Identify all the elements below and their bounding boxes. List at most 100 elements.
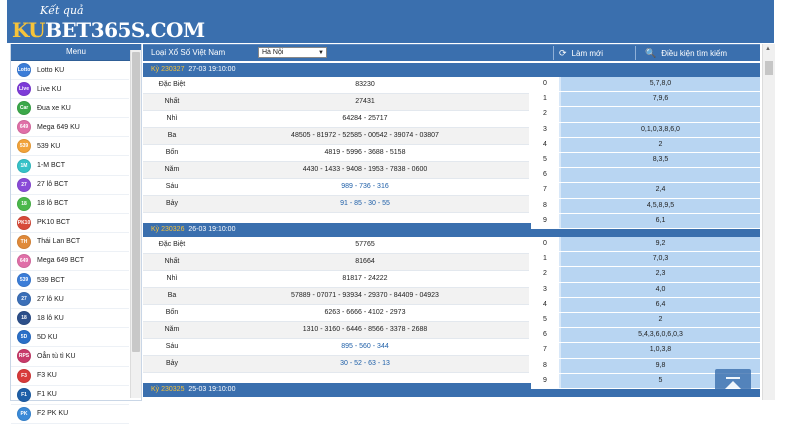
refresh-label: Làm mới	[571, 48, 604, 58]
loto-head: 9	[531, 373, 559, 388]
menu-list: Lotto Lotto KU Live Live KU Car Đua xe KU 649 M…	[11, 61, 129, 424]
prize-value: 989 - 736 - 316	[341, 183, 389, 190]
loto-row: 6 5,4,3,6,0,6,0,3	[531, 328, 760, 344]
prize-name: Năm	[164, 166, 180, 173]
search-conditions-button[interactable]: 🔍 Điều kiện tìm kiếm	[645, 47, 727, 59]
results-scrollbar[interactable]: ▲	[762, 44, 775, 400]
loto-row: 0 9,2	[531, 237, 760, 253]
prize-value: 57889 - 07071 - 93934 - 29370 - 84409 - …	[291, 292, 439, 299]
search-icon: 🔍	[645, 47, 657, 58]
lottery-badge-icon: 18	[17, 196, 31, 211]
loto-tail	[559, 168, 760, 183]
prize-row: Nhất 81664	[143, 254, 529, 271]
menu-item[interactable]: 18 18 lô BCT	[11, 195, 129, 214]
loto-head: 3	[531, 122, 559, 137]
menu-item-label: Mega 649 BCT	[37, 257, 85, 265]
prize-name: Bảy	[165, 200, 179, 207]
refresh-button[interactable]: ⟳ Làm mới	[559, 47, 603, 59]
toolbar-divider	[635, 46, 636, 60]
menu-header: Menu	[11, 44, 141, 61]
prize-row: Nhất 27431	[143, 94, 529, 111]
loto-tail: 2	[559, 312, 760, 328]
menu-item-label: 539 KU	[37, 142, 61, 150]
loto-row: 8 4,5,8,9,5	[531, 198, 760, 214]
menu-item[interactable]: 649 Mega 649 KU	[11, 118, 129, 138]
chevron-down-icon: ▼	[318, 50, 324, 56]
draw-block: Kỳ 230327 27-03 19:10:00 Đặc Biệt 83230 Nhấ…	[143, 61, 760, 229]
prize-value: 895 - 560 - 344	[341, 343, 389, 350]
back-to-top-button[interactable]	[715, 369, 751, 396]
lottery-badge-icon: 539	[17, 139, 31, 154]
menu-item[interactable]: 649 Mega 649 BCT	[11, 252, 129, 272]
prize-value: 1310 - 3160 - 6446 - 8566 - 3378 - 2688	[302, 326, 428, 333]
menu-item[interactable]: PK F2 PK KU	[11, 405, 129, 424]
menu-item[interactable]: 539 539 BCT	[11, 271, 129, 291]
loto-tail: 5,7,8,0	[559, 77, 760, 92]
menu-item-label: 1-M BCT	[37, 162, 65, 170]
loto-head: 5	[531, 312, 559, 328]
lottery-badge-icon: 27	[17, 292, 31, 307]
menu-item[interactable]: Lotto Lotto KU	[11, 61, 129, 81]
menu-item[interactable]: F3 F3 KU	[11, 367, 129, 386]
menu-item[interactable]: F1 F1 KU	[11, 386, 129, 405]
loto-head: 5	[531, 152, 559, 168]
loto-row: 7 1,0,3,8	[531, 343, 760, 359]
loto-row: 4 6,4	[531, 297, 760, 313]
lottery-badge-icon: F3	[17, 368, 31, 383]
menu-item[interactable]: 539 539 KU	[11, 137, 129, 157]
menu-item[interactable]: Live Live KU	[11, 80, 129, 100]
lottery-badge-icon: Live	[17, 82, 31, 97]
draw-period: Kỳ 230325	[151, 386, 185, 393]
menu-item[interactable]: PK10 PK10 BCT	[11, 214, 129, 233]
loto-row: 5 8,3,5	[531, 152, 760, 169]
lottery-type-label: Loại Xổ Số Việt Nam	[151, 48, 226, 57]
prize-value: 81817 - 24222	[342, 275, 388, 282]
loto-row: 6	[531, 168, 760, 184]
logo-domain: BET365S.COM	[45, 18, 205, 42]
sidebar-scrollbar-thumb[interactable]	[132, 52, 140, 352]
loto-row: 1 7,9,6	[531, 92, 760, 108]
draw-block: Kỳ 230326 26-03 19:10:00 Đặc Biệt 57765 Nhấ…	[143, 221, 760, 389]
menu-item[interactable]: TH Thái Lan BCT	[11, 233, 129, 252]
menu-item-label: 18 lô KU	[37, 314, 64, 322]
prize-value: 30 - 52 - 63 - 13	[340, 360, 390, 367]
prize-value: 83230	[355, 81, 375, 88]
menu-item[interactable]: 27 27 lô KU	[11, 290, 129, 310]
lottery-badge-icon: PK	[17, 406, 31, 421]
draw-body: Đặc Biệt 57765 Nhất 81664 Nhì 81817 - 24222 Ba…	[143, 237, 760, 389]
menu-item[interactable]: Car Đua xe KU	[11, 99, 129, 119]
menu-item-label: 539 BCT	[37, 276, 65, 284]
loto-row: 2 2,3	[531, 267, 760, 283]
prize-value: 48505 - 81972 - 52585 - 00542 - 39074 - …	[291, 132, 439, 139]
menu-item-label: Đua xe KU	[37, 104, 71, 112]
menu-item[interactable]: 1M 1-M BCT	[11, 156, 129, 176]
draw-body: Đặc Biệt 83230 Nhất 27431 Nhì 64284 - 25717 Ba…	[143, 77, 760, 229]
loto-head: 3	[531, 282, 559, 297]
loto-tail: 9,2	[559, 237, 760, 252]
lottery-badge-icon: Car	[17, 101, 31, 116]
sidebar-scrollbar[interactable]	[130, 50, 141, 398]
scroll-up-icon[interactable]: ▲	[765, 46, 771, 52]
menu-item[interactable]: 18 18 lô KU	[11, 309, 129, 329]
draw-results: Kỳ 230327 27-03 19:10:00 Đặc Biệt 83230 Nhấ…	[143, 61, 760, 400]
prize-name: Ba	[167, 292, 177, 299]
draw-period: Kỳ 230326	[151, 226, 185, 233]
region-select[interactable]: Hà Nội ▼	[258, 47, 327, 58]
menu-item-label: 18 lô BCT	[37, 200, 69, 208]
loto-row: 0 5,7,8,0	[531, 77, 760, 93]
menu-item[interactable]: 5D 5D KU	[11, 328, 129, 348]
prize-row: Ba 48505 - 81972 - 52585 - 00542 - 39074 …	[143, 128, 529, 145]
prize-row: Nhì 64284 - 25717	[143, 111, 529, 128]
loto-row: 9 6,1	[531, 213, 760, 229]
menu-item-label: Oẳn tù tì KU	[37, 352, 76, 360]
results-scrollbar-thumb[interactable]	[765, 61, 773, 75]
draw-datetime: 26-03 19:10:00	[188, 226, 236, 233]
lottery-badge-icon: TH	[17, 234, 31, 249]
prize-row: Đặc Biệt 83230	[143, 77, 529, 94]
lottery-badge-icon: 18	[17, 311, 31, 326]
menu-item[interactable]: 27 27 lô BCT	[11, 176, 129, 195]
menu-item-label: 27 lô BCT	[37, 181, 69, 189]
logo-tagline: Kết quả	[40, 4, 84, 17]
menu-item[interactable]: RPS Oẳn tù tì KU	[11, 347, 129, 367]
lottery-badge-icon: 649	[17, 120, 31, 135]
